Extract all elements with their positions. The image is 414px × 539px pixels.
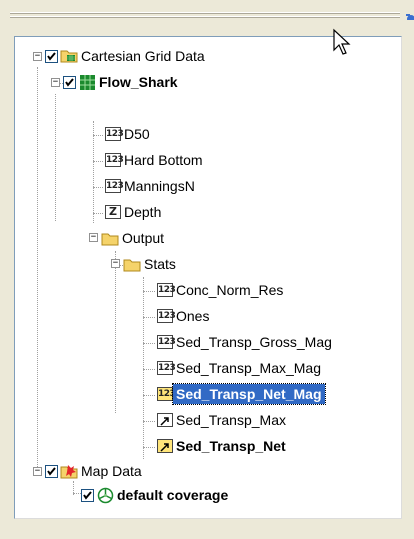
tree-node-manningsn[interactable]: 123 ManningsN <box>105 174 198 198</box>
tree-node-output[interactable]: Output <box>101 226 167 250</box>
tree-node-label: Hard Bottom <box>124 152 203 168</box>
tree-node-label: Ones <box>176 308 210 324</box>
mouse-cursor-icon <box>332 28 356 58</box>
tree-node-label: Sed_Transp_Max_Mag <box>176 360 322 376</box>
scalar-dataset-icon: 123 <box>157 283 176 297</box>
tree-node-label: Sed_Transp_Max <box>176 412 286 428</box>
gripper-line <box>10 13 400 14</box>
panel-header <box>0 0 414 30</box>
tree-node-label: Sed_Transp_Net <box>176 438 286 454</box>
tree-node-label: default coverage <box>117 487 229 503</box>
pin-icon[interactable] <box>403 9 414 20</box>
tree-node-label: Conc_Norm_Res <box>176 282 284 298</box>
tree-node-label: D50 <box>124 126 150 142</box>
gripper-line <box>10 17 400 18</box>
tree-node-default-coverage[interactable]: default coverage <box>81 483 231 507</box>
collapse-flow-shark[interactable]: − <box>51 78 60 87</box>
flow-shark-checkbox[interactable] <box>63 75 76 89</box>
tree-node-sed-transp-gross-mag[interactable]: 123 Sed_Transp_Gross_Mag <box>157 330 335 354</box>
coverage-icon <box>96 486 114 504</box>
grid-folder-icon <box>60 47 78 65</box>
folder-icon <box>123 255 141 273</box>
grid-icon <box>78 73 96 91</box>
scalar-dataset-icon: 123 <box>105 153 124 167</box>
vector-dataset-icon <box>157 439 173 453</box>
tree-node-sed-transp-max-mag[interactable]: 123 Sed_Transp_Max_Mag <box>157 356 324 380</box>
default-coverage-checkbox[interactable] <box>81 488 94 502</box>
collapse-output[interactable]: − <box>89 233 98 242</box>
collapse-stats[interactable]: − <box>111 259 120 268</box>
scalar-dataset-icon: 123 <box>157 335 176 349</box>
cartesian-grid-checkbox[interactable] <box>45 49 58 63</box>
tree-node-label: Flow_Shark <box>99 74 178 90</box>
scalar-dataset-icon: 123 <box>157 361 176 375</box>
tree-node-map-data[interactable]: Map Data <box>45 459 145 483</box>
tree-node-sed-transp-net[interactable]: Sed_Transp_Net <box>157 434 289 458</box>
tree-node-cartesian-grid[interactable]: Cartesian Grid Data <box>45 44 208 68</box>
tree-node-label: Sed_Transp_Gross_Mag <box>176 334 332 350</box>
scalar-dataset-icon: 123 <box>157 387 176 401</box>
tree-node-conc-norm-res[interactable]: 123 Conc_Norm_Res <box>157 278 286 302</box>
vector-dataset-icon <box>157 413 173 427</box>
map-data-checkbox[interactable] <box>45 464 58 478</box>
elevation-dataset-icon: Z <box>105 205 121 219</box>
scalar-dataset-icon: 123 <box>105 127 124 141</box>
tree-node-label: Stats <box>144 256 176 272</box>
tree-node-depth[interactable]: Z Depth <box>105 200 164 224</box>
tree-node-sed-transp-max[interactable]: Sed_Transp_Max <box>157 408 289 432</box>
collapse-cartesian-grid[interactable]: − <box>33 52 42 61</box>
tree-node-label: Cartesian Grid Data <box>81 48 205 64</box>
tree-node-label: Map Data <box>81 463 142 479</box>
tree-node-label: Output <box>122 230 165 246</box>
project-explorer-tree[interactable]: − Cartesian Grid Data − Flow_Shark 123 D… <box>14 36 402 519</box>
tree-node-stats[interactable]: Stats <box>123 252 179 276</box>
tree-node-label: Sed_Transp_Net_Mag <box>172 383 326 405</box>
map-folder-icon <box>60 462 78 480</box>
collapse-map-data[interactable]: − <box>33 467 42 476</box>
tree-node-sed-transp-net-mag[interactable]: 123 Sed_Transp_Net_Mag <box>157 382 326 406</box>
tree-node-d50[interactable]: 123 D50 <box>105 122 153 146</box>
tree-node-hard-bottom[interactable]: 123 Hard Bottom <box>105 148 206 172</box>
tree-node-ones[interactable]: 123 Ones <box>157 304 212 328</box>
tree-node-flow-shark[interactable]: Flow_Shark <box>63 70 181 94</box>
folder-icon <box>101 229 119 247</box>
tree-node-label: ManningsN <box>124 178 195 194</box>
tree-node-label: Depth <box>124 204 162 220</box>
scalar-dataset-icon: 123 <box>105 179 124 193</box>
scalar-dataset-icon: 123 <box>157 309 176 323</box>
